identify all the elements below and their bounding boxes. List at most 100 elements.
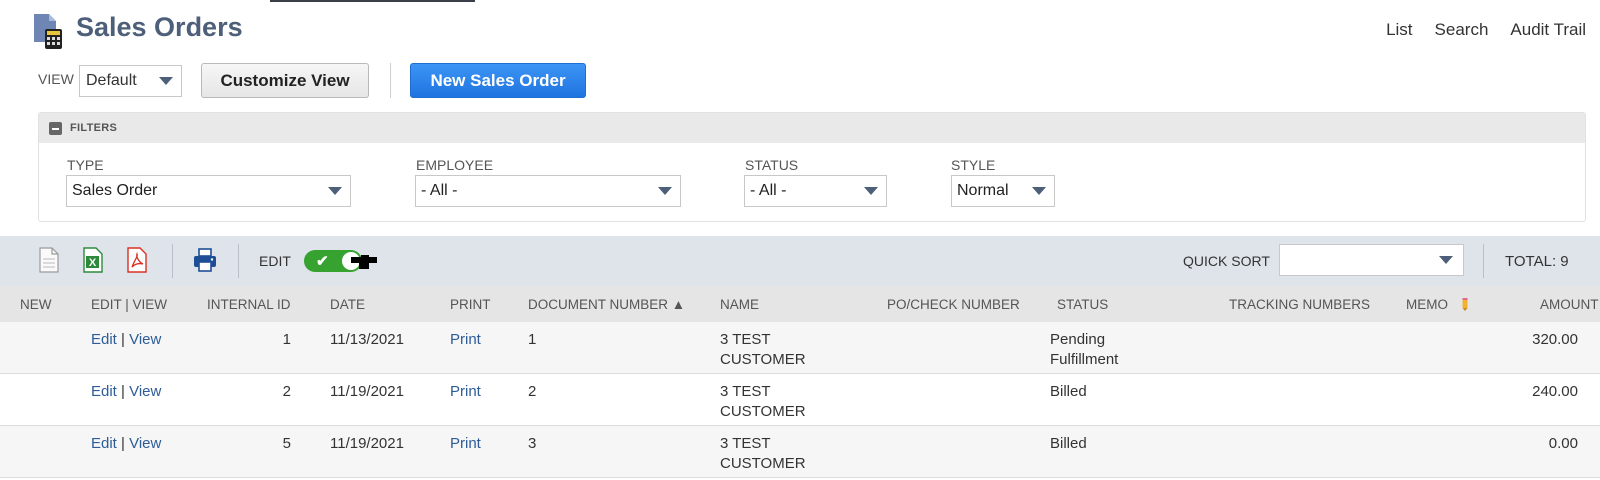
status-line: Billed	[1050, 435, 1087, 452]
view-select-value: Default	[86, 72, 137, 89]
export-excel-icon[interactable]: X	[82, 247, 104, 273]
table-header: NEW EDIT | VIEW INTERNAL ID DATE PRINT D…	[0, 286, 1600, 322]
view-link[interactable]: View	[129, 331, 161, 348]
name-line: 3 TEST	[720, 331, 771, 348]
style-filter-label: STYLE	[951, 157, 996, 173]
amount-cell: 0.00	[1548, 435, 1578, 452]
type-filter-label: TYPE	[67, 157, 104, 173]
view-link[interactable]: View	[129, 383, 161, 400]
name-line: CUSTOMER	[720, 455, 806, 472]
name-cell: 3 TEST CUSTOMER	[720, 330, 806, 370]
export-pdf-icon[interactable]	[126, 247, 148, 273]
divider	[172, 244, 173, 278]
style-filter-select[interactable]: Normal	[951, 175, 1055, 207]
print-link[interactable]: Print	[450, 382, 481, 402]
column-header-document-number[interactable]: DOCUMENT NUMBER ▲	[528, 297, 685, 312]
status-line: Fulfillment	[1050, 351, 1119, 368]
date-cell: 11/13/2021	[330, 331, 404, 348]
edit-link[interactable]: Edit	[91, 331, 117, 348]
type-filter-select[interactable]: Sales Order	[66, 175, 351, 207]
column-header-print: PRINT	[450, 297, 491, 312]
chevron-down-icon	[658, 187, 672, 195]
status-filter-value: - All -	[750, 182, 787, 199]
name-line: CUSTOMER	[720, 351, 806, 368]
collapse-icon[interactable]	[49, 121, 62, 135]
status-line: Billed	[1050, 383, 1087, 400]
audit-trail-link[interactable]: Audit Trail	[1510, 20, 1586, 40]
column-header-status[interactable]: STATUS	[1057, 297, 1108, 312]
column-header-tracking-numbers[interactable]: TRACKING NUMBERS	[1229, 297, 1370, 312]
edit-link[interactable]: Edit	[91, 383, 117, 400]
list-toolbar: X EDIT ✔ QUICK SORT TOTAL: 9	[0, 236, 1600, 286]
view-link[interactable]: View	[129, 435, 161, 452]
print-icon[interactable]	[192, 247, 218, 273]
column-header-name[interactable]: NAME	[720, 297, 759, 312]
internal-id-cell: 1	[282, 331, 291, 348]
top-border	[0, 0, 1600, 2]
column-header-date[interactable]: DATE	[330, 297, 365, 312]
divider	[1483, 244, 1484, 278]
pencil-icon	[1462, 298, 1468, 311]
status-cell: Pending Fulfillment	[1050, 330, 1118, 370]
filters-header[interactable]: FILTERS	[39, 113, 1585, 143]
style-filter-value: Normal	[957, 182, 1009, 199]
chevron-down-icon	[1032, 187, 1046, 195]
type-filter-value: Sales Order	[72, 182, 158, 199]
amount-cell: 240.00	[1532, 383, 1578, 400]
chevron-down-icon	[864, 187, 878, 195]
chevron-down-icon	[328, 187, 342, 195]
employee-filter-value: - All -	[421, 182, 458, 199]
quick-sort-select[interactable]	[1279, 244, 1464, 276]
view-label: VIEW	[38, 71, 74, 87]
name-line: 3 TEST	[720, 383, 771, 400]
column-header-memo[interactable]: MEMO	[1406, 297, 1448, 312]
column-header-new: NEW	[20, 297, 52, 312]
print-link[interactable]: Print	[450, 330, 481, 350]
document-number-cell: 1	[528, 331, 537, 348]
quick-sort-label: QUICK SORT	[1183, 253, 1270, 269]
employee-filter-select[interactable]: - All -	[415, 175, 681, 207]
document-number-cell: 2	[528, 383, 537, 400]
header-links: List Search Audit Trail	[1386, 20, 1586, 40]
sales-order-icon	[34, 14, 62, 49]
export-csv-icon[interactable]	[38, 247, 60, 273]
status-filter-select[interactable]: - All -	[744, 175, 887, 207]
status-cell: Billed	[1050, 382, 1087, 402]
total-count: TOTAL: 9	[1505, 253, 1569, 270]
column-header-po-check-number[interactable]: PO/CHECK NUMBER	[887, 297, 1020, 312]
name-line: 3 TEST	[720, 435, 771, 452]
edit-label: EDIT	[259, 253, 291, 269]
chevron-down-icon	[159, 77, 173, 85]
date-cell: 11/19/2021	[330, 435, 404, 452]
check-icon: ✔	[316, 253, 329, 270]
internal-id-cell: 5	[282, 435, 291, 452]
status-cell: Billed	[1050, 434, 1087, 454]
table-row: Edit | View 5 11/19/2021 Print 3 3 TEST C…	[0, 426, 1600, 478]
status-filter-label: STATUS	[745, 157, 799, 173]
internal-id-cell: 2	[282, 383, 291, 400]
page-title: Sales Orders	[76, 12, 243, 42]
edit-link[interactable]: Edit	[91, 435, 117, 452]
chevron-down-icon	[1439, 256, 1453, 264]
amount-cell: 320.00	[1532, 331, 1578, 348]
status-line: Pending	[1050, 331, 1106, 348]
column-header-edit-view: EDIT | VIEW	[91, 297, 168, 312]
search-link[interactable]: Search	[1435, 20, 1489, 40]
date-cell: 11/19/2021	[330, 383, 404, 400]
divider	[390, 63, 391, 98]
name-cell: 3 TEST CUSTOMER	[720, 434, 806, 474]
name-cell: 3 TEST CUSTOMER	[720, 382, 806, 422]
document-number-cell: 3	[528, 435, 537, 452]
new-sales-order-button[interactable]: New Sales Order	[410, 63, 586, 98]
name-line: CUSTOMER	[720, 403, 806, 420]
print-link[interactable]: Print	[450, 434, 481, 454]
list-link[interactable]: List	[1386, 20, 1412, 40]
customize-view-button[interactable]: Customize View	[201, 63, 369, 98]
svg-text:X: X	[89, 257, 97, 269]
filters-title: FILTERS	[70, 122, 118, 134]
table-row: Edit | View 2 11/19/2021 Print 2 3 TEST C…	[0, 374, 1600, 426]
column-header-internal-id[interactable]: INTERNAL ID	[207, 297, 291, 312]
view-select[interactable]: Default	[79, 65, 182, 97]
divider	[238, 244, 239, 278]
column-header-amount[interactable]: AMOUNT	[1540, 297, 1599, 312]
